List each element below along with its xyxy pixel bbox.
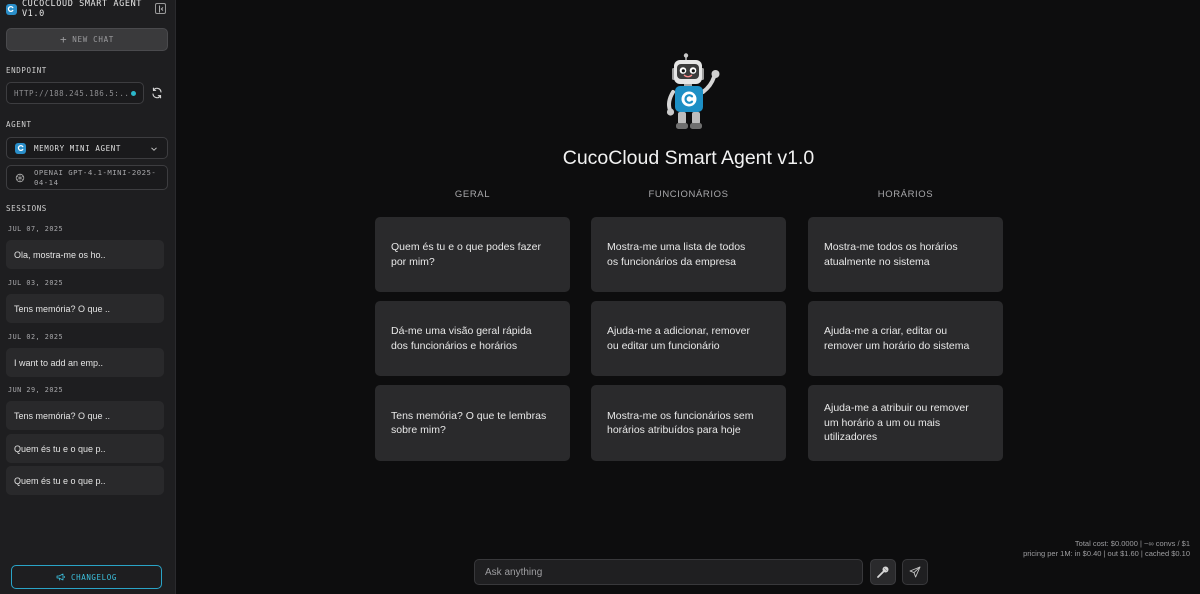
card-text: atualmente no sistema <box>824 255 930 268</box>
column-header-horarios: HORÁRIOS <box>877 189 934 200</box>
session-title: Quem és tu e o que p.. <box>14 475 106 486</box>
send-button[interactable] <box>902 559 928 585</box>
chat-input[interactable] <box>474 559 863 585</box>
card-text: Mostra-me os funcionários sem <box>607 409 754 422</box>
megaphone-icon <box>56 573 65 581</box>
card-text: Quem és tu e o que podes fazer <box>391 241 542 253</box>
suggestion-card[interactable]: Quem és tu e o que podes fazer por mim? <box>375 217 570 292</box>
endpoint-label: ENDPOINT <box>6 66 47 75</box>
card-text: utilizadores <box>824 431 878 444</box>
app-title: CUCOCLOUD SMART AGENT V1.0 <box>21 0 143 19</box>
pricing-text: pricing per 1M: in $0.40 | out $1.60 | c… <box>1023 549 1190 558</box>
suggestion-card[interactable]: Ajuda-me a criar, editar ou remover um ho… <box>808 301 1003 376</box>
agent-logo-icon <box>15 142 26 154</box>
card-text: sobre mim? <box>391 424 446 436</box>
microphone-icon <box>877 566 889 578</box>
session-item[interactable]: Tens memória? O que .. <box>6 294 164 323</box>
agent-select[interactable]: MEMORY MINI AGENT <box>6 137 168 159</box>
card-text: Ajuda-me a criar, editar ou <box>824 325 948 337</box>
connection-status-dot <box>131 91 136 96</box>
session-title: Tens memória? O que .. <box>14 410 111 421</box>
session-title: Quem és tu e o que p.. <box>14 443 106 454</box>
plus-icon: + <box>59 33 68 46</box>
new-chat-button[interactable]: + NEW CHAT <box>6 28 168 51</box>
suggestion-card[interactable]: Mostra-me uma lista de todos os funcionár… <box>591 217 786 292</box>
card-text: Ajuda-me a atribuir ou remover <box>824 402 969 415</box>
chevron-down-icon <box>151 147 157 151</box>
agent-selected-value: MEMORY MINI AGENT <box>34 143 121 153</box>
card-text: dos funcionários e horários <box>391 339 518 352</box>
card-text: Tens memória? O que te lembras <box>391 409 547 422</box>
session-title: Tens memória? O que .. <box>14 303 111 314</box>
card-text: os funcionários da empresa <box>607 255 736 268</box>
card-text: Ajuda-me a adicionar, remover <box>607 325 750 337</box>
column-header-geral: GERAL <box>454 189 491 200</box>
card-text: horários atribuídos para hoje <box>607 424 741 436</box>
session-item[interactable]: I want to add an emp.. <box>6 348 164 377</box>
session-item[interactable]: Tens memória? O que .. <box>6 401 164 430</box>
card-text: Mostra-me uma lista de todos <box>607 241 746 253</box>
session-title: Ola, mostra-me os ho.. <box>14 249 106 260</box>
model-info: OPENAI GPT-4.1-MINI-2025- 04-14 <box>6 165 168 190</box>
card-text: por mim? <box>391 255 435 268</box>
sidebar: CUCOCLOUD SMART AGENT V1.0 + NEW CHAT EN… <box>0 0 176 594</box>
card-text: um horário a um ou mais <box>824 416 941 429</box>
suggestion-card[interactable]: Mostra-me os funcionários sem horários at… <box>591 385 786 461</box>
suggestion-card[interactable]: Dá-me uma visão geral rápida dos funcioná… <box>375 301 570 376</box>
session-date-label: JUN 29, 2025 <box>8 386 64 394</box>
model-name-line1: OPENAI GPT-4.1-MINI-2025- <box>34 167 157 177</box>
card-text: ou editar um funcionário <box>607 339 720 352</box>
sessions-label: SESSIONS <box>6 204 47 213</box>
endpoint-field[interactable]: HTTP://188.245.186.5:.. <box>6 82 144 104</box>
collapse-sidebar-icon[interactable] <box>155 3 166 14</box>
sidebar-header: CUCOCLOUD SMART AGENT V1.0 <box>6 0 170 19</box>
send-icon <box>909 566 921 578</box>
session-date-label: JUL 07, 2025 <box>8 225 64 233</box>
openai-icon <box>15 173 25 182</box>
refresh-icon[interactable] <box>151 87 163 99</box>
card-text: remover um horário do sistema <box>824 339 970 352</box>
cucocloud-logo-icon <box>6 3 17 15</box>
agent-label: AGENT <box>6 120 32 129</box>
suggestion-card[interactable]: Ajuda-me a adicionar, remover ou editar u… <box>591 301 786 376</box>
card-text: Mostra-me todos os horários <box>824 241 958 253</box>
suggestion-card[interactable]: Ajuda-me a atribuir ou remover um horário… <box>808 385 1003 461</box>
total-cost-text: Total cost: $0.0000 | ~∞ convs / $1 <box>1074 539 1190 548</box>
main-title: CucoCloud Smart Agent v1.0 <box>562 147 815 169</box>
changelog-label: CHANGELOG <box>70 572 118 582</box>
changelog-button[interactable]: CHANGELOG <box>11 565 162 589</box>
model-name-line2: 04-14 <box>34 177 59 187</box>
microphone-button[interactable] <box>870 559 896 585</box>
session-date-label: JUL 02, 2025 <box>8 333 64 341</box>
column-header-funcionarios: FUNCIONÁRIOS <box>648 189 729 200</box>
endpoint-value: HTTP://188.245.186.5:.. <box>14 88 130 98</box>
card-text: Dá-me uma visão geral rápida <box>391 325 532 337</box>
main-area: CucoCloud Smart Agent v1.0 GERAL FUNCION… <box>177 0 1200 594</box>
session-item[interactable]: Quem és tu e o que p.. <box>6 434 164 463</box>
robot-mascot-icon <box>666 53 720 129</box>
suggestion-card[interactable]: Mostra-me todos os horários atualmente no… <box>808 217 1003 292</box>
session-item[interactable]: Ola, mostra-me os ho.. <box>6 240 164 269</box>
session-title: I want to add an emp.. <box>14 357 104 368</box>
new-chat-label: NEW CHAT <box>72 35 115 44</box>
session-date-label: JUL 03, 2025 <box>8 279 64 287</box>
suggestion-card[interactable]: Tens memória? O que te lembras sobre mim? <box>375 385 570 461</box>
session-item[interactable]: Quem és tu e o que p.. <box>6 466 164 495</box>
